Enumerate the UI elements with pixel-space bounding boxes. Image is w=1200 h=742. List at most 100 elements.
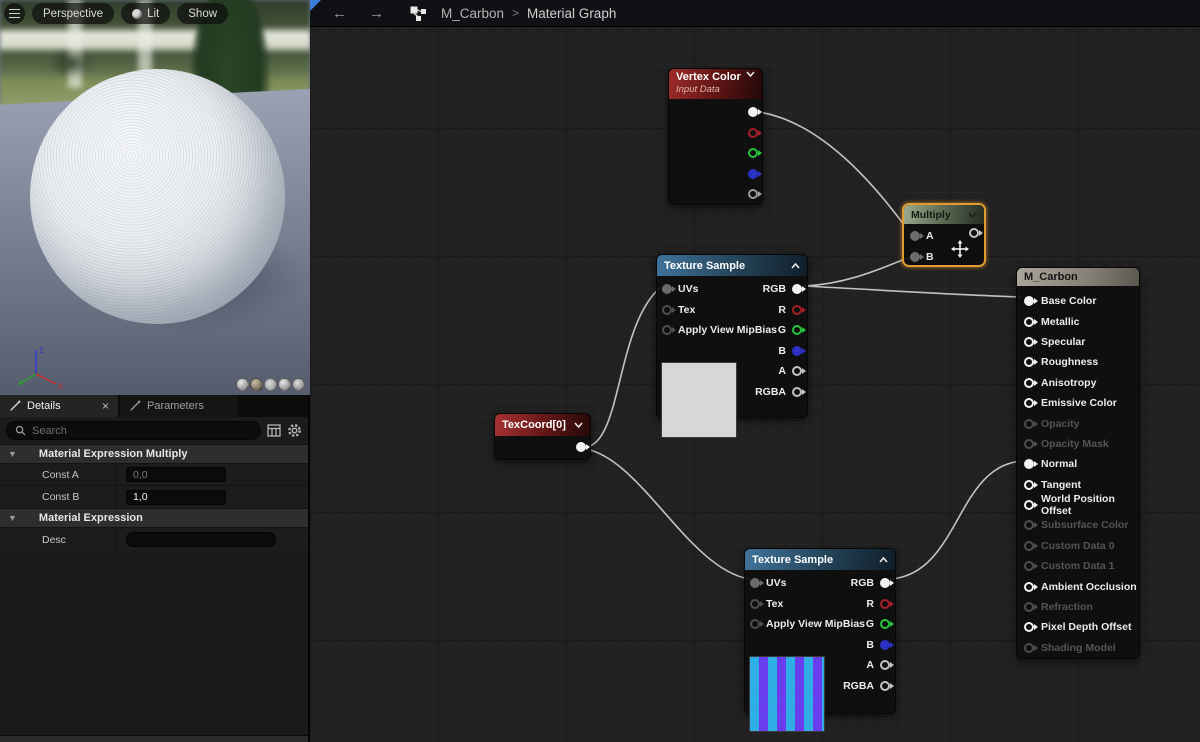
- plane-icon[interactable]: [264, 378, 277, 391]
- desc-field[interactable]: [126, 532, 276, 547]
- section-material-expression[interactable]: ▼ Material Expression: [0, 508, 308, 527]
- anisotropy-pin[interactable]: [1024, 377, 1034, 388]
- teapot-icon[interactable]: [292, 378, 305, 391]
- texture-sample-title: Texture Sample: [752, 553, 834, 566]
- details-tab-icon: [10, 400, 21, 411]
- node-m-carbon-result[interactable]: M_Carbon Base Color Metallic Specular Ro…: [1016, 267, 1140, 659]
- close-icon[interactable]: ×: [102, 400, 109, 412]
- roughness-pin[interactable]: [1024, 357, 1034, 368]
- vertex-color-pin-g[interactable]: [748, 148, 758, 158]
- cube-icon[interactable]: [278, 378, 291, 391]
- texcoord-pin-output[interactable]: [576, 442, 586, 452]
- cylinder-icon[interactable]: [236, 378, 249, 391]
- ambient-occlusion-pin[interactable]: [1024, 581, 1034, 592]
- wire-texturesample-rgb-to-multiply-b: [803, 256, 911, 287]
- left-panel: Perspective Lit Show z x Details × Param…: [0, 0, 310, 742]
- normal-pin[interactable]: [1024, 459, 1034, 470]
- section-caret-icon: ▼: [8, 449, 17, 459]
- forward-arrow-icon[interactable]: →: [369, 5, 384, 22]
- emissive-color-pin[interactable]: [1024, 398, 1034, 409]
- node-multiply[interactable]: Multiply A B: [902, 203, 986, 267]
- node-vertex-color[interactable]: Vertex Color Input Data: [668, 68, 763, 205]
- chevron-down-icon[interactable]: [968, 211, 977, 218]
- tangent-label: Tangent: [1041, 478, 1082, 491]
- texture-preview: [661, 362, 737, 438]
- pixel-depth-offset-pin[interactable]: [1024, 622, 1034, 633]
- chevron-down-icon[interactable]: [574, 422, 583, 428]
- rgba-pin[interactable]: [880, 680, 890, 691]
- const-b-field[interactable]: 1,0: [126, 489, 226, 505]
- multiply-pin-b[interactable]: [910, 252, 920, 262]
- vertex-color-header[interactable]: Vertex Color Input Data: [669, 69, 762, 99]
- tab-parameters[interactable]: Parameters: [120, 395, 238, 417]
- gear-icon[interactable]: [287, 423, 302, 438]
- vertex-color-pin-rgb[interactable]: [748, 107, 758, 117]
- section-material-expression-multiply[interactable]: ▼ Material Expression Multiply: [0, 444, 308, 463]
- pixel-depth-offset-label: Pixel Depth Offset: [1041, 621, 1132, 634]
- breadcrumb-asset[interactable]: M_Carbon: [441, 6, 504, 21]
- chevron-down-icon[interactable]: [746, 71, 755, 77]
- a-pin[interactable]: [880, 660, 890, 671]
- vertex-color-pin-b[interactable]: [748, 168, 758, 179]
- display-options-icon[interactable]: [267, 424, 281, 437]
- node-texture-sample-bottom[interactable]: Texture Sample UVs Tex Apply View MipBia…: [744, 548, 896, 732]
- tex-pin[interactable]: [750, 598, 760, 609]
- opacity-label: Opacity: [1041, 417, 1080, 430]
- multiply-pin-output[interactable]: [969, 228, 979, 238]
- r-pin[interactable]: [880, 598, 890, 609]
- search-input[interactable]: [32, 424, 252, 437]
- back-arrow-icon[interactable]: ←: [332, 5, 347, 22]
- material-graph-canvas[interactable]: ← → M_Carbon > Material Graph Vertex Col…: [310, 0, 1200, 742]
- metallic-label: Metallic: [1041, 315, 1080, 328]
- vertex-color-pin-a[interactable]: [748, 189, 758, 199]
- b-label: B: [866, 638, 874, 651]
- rgba-pin[interactable]: [792, 386, 802, 397]
- tangent-pin[interactable]: [1024, 479, 1034, 490]
- r-pin[interactable]: [792, 304, 802, 315]
- m-carbon-header[interactable]: M_Carbon: [1017, 268, 1139, 286]
- a-pin[interactable]: [792, 366, 802, 377]
- lit-label: Lit: [147, 7, 160, 20]
- vertex-color-pin-r[interactable]: [748, 127, 758, 138]
- const-a-field[interactable]: 0,0: [126, 467, 226, 482]
- preview-mesh-selector: [236, 378, 305, 391]
- chevron-up-icon[interactable]: [791, 262, 800, 269]
- vertex-color-title: Vertex Color: [676, 71, 741, 83]
- node-texture-sample-top[interactable]: Texture Sample UVs Tex Apply View MipBia…: [656, 254, 808, 438]
- rgb-pin[interactable]: [792, 284, 802, 295]
- wire-texcoord-to-texturesample-top: [585, 286, 662, 448]
- search-box[interactable]: [6, 421, 261, 440]
- texture-sample-header[interactable]: Texture Sample: [657, 255, 807, 276]
- specular-pin[interactable]: [1024, 336, 1034, 347]
- uvs-pin[interactable]: [750, 578, 760, 589]
- metallic-pin[interactable]: [1024, 316, 1034, 327]
- rgb-pin[interactable]: [880, 578, 890, 589]
- g-pin[interactable]: [880, 619, 890, 630]
- tab-details[interactable]: Details ×: [0, 395, 118, 417]
- mipbias-pin[interactable]: [750, 619, 760, 630]
- lit-button[interactable]: Lit: [121, 3, 171, 24]
- sphere-icon[interactable]: [250, 378, 263, 391]
- perspective-button[interactable]: Perspective: [32, 3, 115, 24]
- base-color-pin[interactable]: [1024, 296, 1034, 307]
- g-pin[interactable]: [792, 325, 802, 336]
- multiply-header[interactable]: Multiply: [904, 205, 984, 224]
- multiply-title: Multiply: [911, 208, 951, 221]
- preview-viewport[interactable]: Perspective Lit Show z x: [0, 0, 310, 395]
- b-pin[interactable]: [792, 345, 802, 356]
- tex-label: Tex: [678, 303, 696, 316]
- b-pin[interactable]: [880, 639, 890, 650]
- texcoord-header[interactable]: TexCoord[0]: [495, 414, 590, 436]
- viewport-menu-icon[interactable]: [4, 3, 25, 24]
- world-position-offset-pin[interactable]: [1024, 500, 1034, 511]
- show-button[interactable]: Show: [177, 3, 229, 24]
- multiply-pin-a[interactable]: [910, 231, 920, 241]
- rgb-label: RGB: [850, 577, 874, 590]
- texture-sample-header[interactable]: Texture Sample: [745, 549, 895, 570]
- mipbias-pin[interactable]: [662, 325, 672, 336]
- chevron-up-icon[interactable]: [879, 556, 888, 563]
- tex-pin[interactable]: [662, 304, 672, 315]
- node-texcoord[interactable]: TexCoord[0]: [494, 413, 591, 460]
- backdrop-bush: [48, 48, 94, 78]
- uvs-pin[interactable]: [662, 284, 672, 295]
